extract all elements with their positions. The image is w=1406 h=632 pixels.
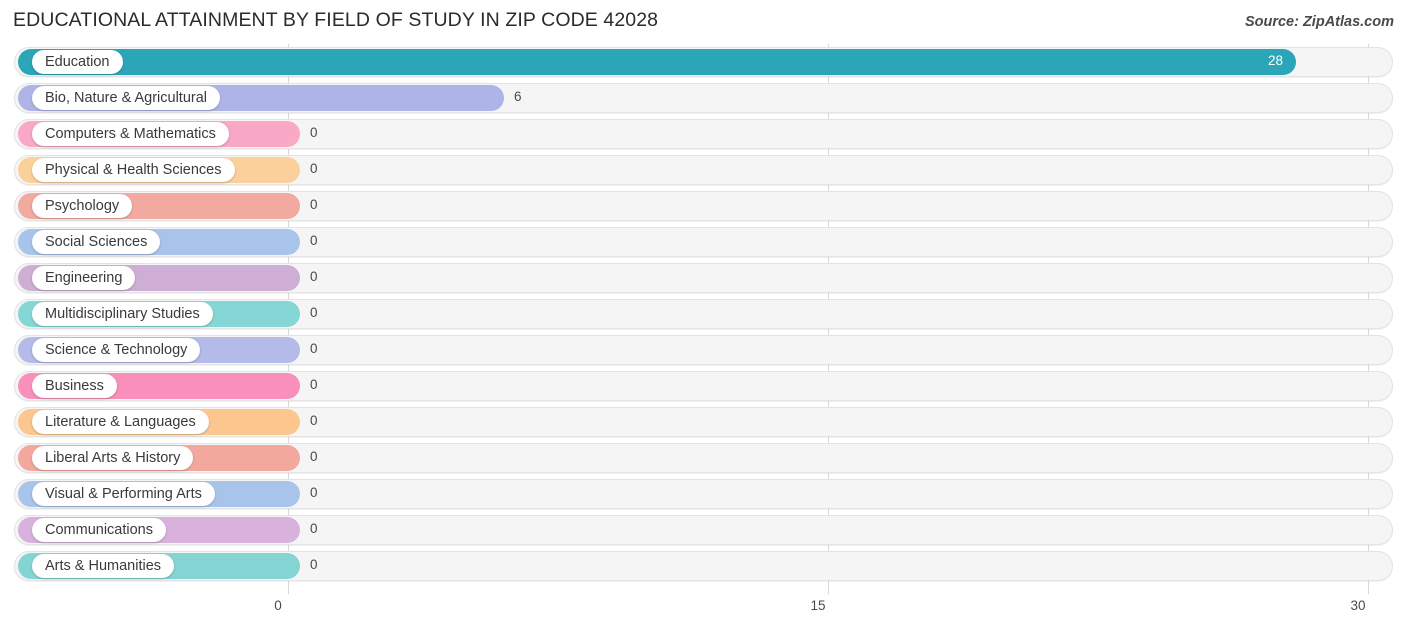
bar-value-label: 0 [310, 557, 318, 572]
bar-row[interactable]: Visual & Performing Arts 0 [0, 476, 1406, 512]
bar-row[interactable]: Education 28 [0, 44, 1406, 80]
bar-row[interactable]: Business 0 [0, 368, 1406, 404]
bar-category-label: Bio, Nature & Agricultural [45, 89, 207, 106]
bar-row[interactable]: Engineering 0 [0, 260, 1406, 296]
chart-header: EDUCATIONAL ATTAINMENT BY FIELD OF STUDY… [0, 0, 1406, 44]
bar-label-pill: Multidisciplinary Studies [32, 302, 213, 326]
bar-category-label: Education [45, 53, 110, 70]
bar-value-label: 0 [310, 521, 318, 536]
bar-category-label: Communications [45, 521, 153, 538]
bar-label-pill: Communications [32, 518, 166, 542]
bar-value-label: 0 [310, 377, 318, 392]
bar-value-label: 0 [310, 269, 318, 284]
bar-row[interactable]: Social Sciences 0 [0, 224, 1406, 260]
bar-label-pill: Education [32, 50, 123, 74]
bar-label-pill: Science & Technology [32, 338, 201, 362]
bar-category-label: Social Sciences [45, 233, 148, 250]
bar-value-label: 0 [310, 413, 318, 428]
bar-value-label: 0 [310, 449, 318, 464]
bar-row[interactable]: Communications 0 [0, 512, 1406, 548]
bar-row[interactable]: Multidisciplinary Studies 0 [0, 296, 1406, 332]
bar-label-pill: Visual & Performing Arts [32, 482, 215, 506]
x-tick-label: 30 [1350, 598, 1366, 613]
bar-value-label: 28 [1268, 53, 1284, 68]
x-tick-label: 0 [274, 598, 282, 613]
bar-row[interactable]: Physical & Health Sciences 0 [0, 152, 1406, 188]
bar-value-label: 0 [310, 485, 318, 500]
bar-label-pill: Physical & Health Sciences [32, 158, 235, 182]
bar-label-pill: Engineering [32, 266, 136, 290]
bar-category-label: Business [45, 377, 104, 394]
bar-label-pill: Literature & Languages [32, 410, 209, 434]
bar-row[interactable]: Bio, Nature & Agricultural 6 [0, 80, 1406, 116]
bar-category-label: Computers & Mathematics [45, 125, 216, 142]
bar-label-pill: Bio, Nature & Agricultural [32, 86, 220, 110]
bar-category-label: Psychology [45, 197, 120, 214]
bar-label-pill: Social Sciences [32, 230, 161, 254]
bar-value-label: 0 [310, 161, 318, 176]
bar-category-label: Physical & Health Sciences [45, 161, 222, 178]
bar-category-label: Liberal Arts & History [45, 449, 181, 466]
bar-value-label: 0 [310, 197, 318, 212]
bar-value-label: 0 [310, 233, 318, 248]
x-tick-label: 15 [810, 598, 826, 613]
bar-value-label: 6 [514, 89, 522, 104]
bar-category-label: Science & Technology [45, 341, 188, 358]
bar-row[interactable]: Literature & Languages 0 [0, 404, 1406, 440]
bar-label-pill: Computers & Mathematics [32, 122, 229, 146]
bar-label-pill: Arts & Humanities [32, 554, 175, 578]
bar-category-label: Engineering [45, 269, 123, 286]
page-title: EDUCATIONAL ATTAINMENT BY FIELD OF STUDY… [13, 9, 659, 31]
bar-category-label: Multidisciplinary Studies [45, 305, 200, 322]
bar-label-pill: Business [32, 374, 117, 398]
bar-row[interactable]: Computers & Mathematics 0 [0, 116, 1406, 152]
bar-value-label: 0 [310, 341, 318, 356]
source-attribution: Source: ZipAtlas.com [1244, 14, 1394, 30]
bar-value-label: 0 [310, 125, 318, 140]
bar-row[interactable]: Liberal Arts & History 0 [0, 440, 1406, 476]
chart-plot-area: Education 28 Bio, Nature & Agricultural 6 Co… [0, 44, 1406, 594]
bar-value-label: 0 [310, 305, 318, 320]
bar-row[interactable]: Psychology 0 [0, 188, 1406, 224]
bar-category-label: Visual & Performing Arts [45, 485, 202, 502]
bar-fill [18, 49, 1296, 75]
bar-rows: Education 28 Bio, Nature & Agricultural 6 Co… [0, 44, 1406, 584]
bar-category-label: Arts & Humanities [45, 557, 162, 574]
x-axis: 0 15 30 [0, 594, 1406, 632]
bar-category-label: Literature & Languages [45, 413, 196, 430]
bar-label-pill: Psychology [32, 194, 133, 218]
bar-row[interactable]: Science & Technology 0 [0, 332, 1406, 368]
bar-label-pill: Liberal Arts & History [32, 446, 194, 470]
bar-row[interactable]: Arts & Humanities 0 [0, 548, 1406, 584]
